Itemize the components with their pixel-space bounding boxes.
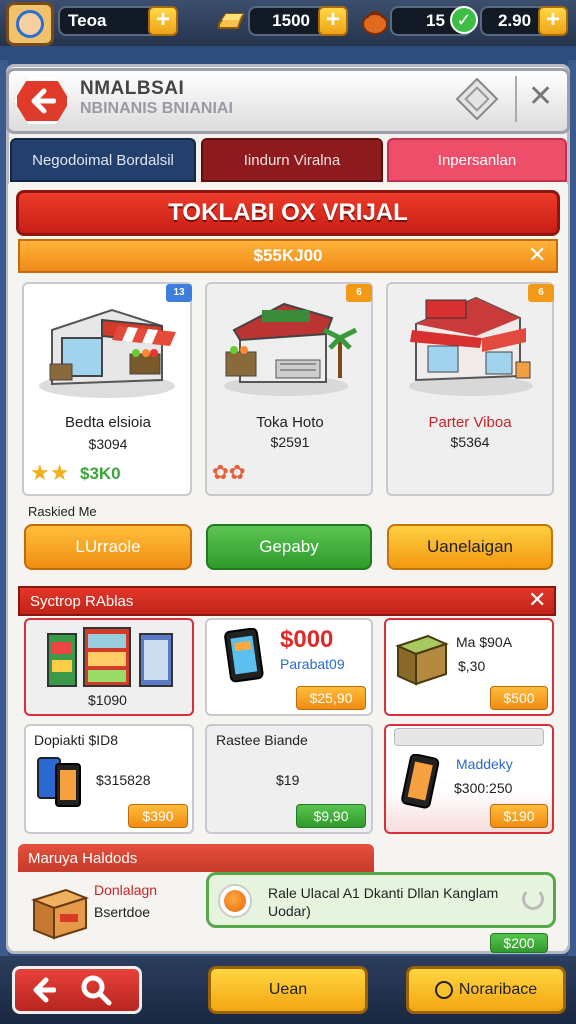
store-2-price: $2591: [270, 434, 310, 450]
wooden-counter-icon: [395, 634, 449, 686]
phones-display-icon: [37, 757, 81, 807]
store-2-button[interactable]: Gepaby: [206, 524, 372, 570]
notification-text: Rale Ulacal A1 Dkanti Dllan Kanglam Uoda…: [268, 885, 499, 919]
store-1-button-label: LUrraole: [75, 537, 141, 556]
item-3-price: $500: [503, 690, 535, 706]
locked-stars-icon: ✿✿: [212, 462, 246, 484]
basket-icon: [362, 11, 388, 35]
progress-amount: 15: [426, 11, 445, 30]
store-1-price: $3094: [88, 436, 128, 452]
phone-icon: [401, 754, 440, 809]
item-2-label: Parabat09: [280, 656, 345, 672]
item-6-progress-track: [394, 728, 544, 746]
gold-bar-icon: [218, 13, 245, 29]
store-3-name: Parter Viboa: [428, 414, 512, 431]
tab-2-label: Iindurn Viralna: [243, 151, 341, 169]
item-5-label: $19: [276, 772, 300, 788]
loading-spinner-icon: [522, 888, 544, 910]
item-5-price: $9,90: [313, 808, 349, 824]
price-bar-value: $55KJ00: [253, 246, 323, 265]
item-6-label: $300:250: [454, 780, 513, 796]
item-2-price: $25,90: [309, 690, 353, 706]
player-name: Teoa: [68, 11, 107, 30]
gems-amount: 2.90: [498, 11, 532, 30]
panel-title: NMALBSAI: [80, 78, 185, 99]
section-3-item-name: Donlalagn: [94, 882, 158, 898]
section-3-item-sub: Bsertdoe: [94, 904, 151, 920]
tab-1[interactable]: Negodoimal Bordalsil: [10, 138, 196, 182]
section-2-close-icon[interactable]: ✕: [528, 588, 546, 612]
close-icon[interactable]: ✕: [528, 82, 553, 112]
shelves-icon: [47, 627, 173, 687]
store-1-name: Bedta elsioia: [65, 414, 151, 431]
section-title-ribbon: TOKLABI OX VRIJAL: [16, 190, 560, 236]
nav-right-label: Noraribace: [458, 981, 538, 998]
section-3-price: $200: [503, 935, 535, 951]
check-icon: ✓: [450, 6, 478, 34]
store-2-name: Toka Hoto: [256, 414, 324, 431]
item-3-price-button[interactable]: $500: [490, 686, 548, 710]
item-6-price-button[interactable]: $190: [490, 804, 548, 828]
panel-subtitle: NBINANIS BNIANIAI: [80, 100, 233, 117]
item-4-label: $315828: [96, 772, 151, 788]
section-2-header: Syctrop RAblas: [18, 586, 556, 616]
store-2-button-label: Gepaby: [259, 537, 319, 556]
gold-amount: 1500: [272, 11, 310, 30]
player-avatar[interactable]: [6, 2, 54, 46]
item-1-label: $1090: [88, 692, 127, 708]
item-4-headline: Dopiakti $ID8: [34, 732, 119, 748]
nav-back-arrow-icon[interactable]: [30, 976, 56, 1004]
nav-middle-button[interactable]: Uean: [208, 966, 368, 1014]
section-3-header: Maruya Haldods: [18, 844, 374, 872]
back-arrow-icon: [31, 88, 56, 114]
store-1-rating: $3K0: [80, 464, 121, 483]
avatar-face-icon: [16, 10, 44, 38]
item-3-label: $,30: [458, 658, 486, 674]
fast-food-store-icon: [409, 296, 533, 396]
store-3-button[interactable]: Uanelaigan: [387, 524, 553, 570]
store-3-price: $5364: [450, 434, 490, 450]
store-1-button[interactable]: LUrraole: [24, 524, 192, 570]
section-3-price-button[interactable]: $200: [490, 933, 548, 953]
section-2-title: Syctrop RAblas: [30, 592, 134, 610]
item-4-price-button[interactable]: $390: [128, 804, 188, 828]
cash-counter-icon: [31, 888, 89, 940]
price-bar: $55KJ00: [18, 239, 558, 273]
tab-2[interactable]: Iindurn Viralna: [201, 138, 383, 182]
item-2-headline: $000: [280, 626, 334, 653]
item-2-price-button[interactable]: $25,90: [296, 686, 366, 710]
header-divider: [515, 76, 517, 122]
ribbon-title: TOKLABI OX VRIJAL: [168, 199, 408, 226]
search-icon[interactable]: [80, 974, 112, 1006]
add-gold-button[interactable]: +: [318, 6, 348, 36]
nav-right-button[interactable]: Noraribace: [406, 966, 566, 1014]
grocery-store-icon: [39, 308, 176, 398]
tab-3-active[interactable]: Inpersanlan: [387, 138, 567, 182]
rating-stars-icon: ★★: [30, 460, 70, 485]
add-name-button[interactable]: +: [148, 6, 178, 36]
item-3-headline: Ma $90A: [456, 634, 513, 650]
section-3-title: Maruya Haldods: [28, 849, 138, 867]
orange-orb-icon: [224, 890, 246, 912]
rank-label: Raskied Me: [28, 504, 97, 519]
add-gems-button[interactable]: +: [538, 6, 568, 36]
item-5-price-button[interactable]: $9,90: [296, 804, 366, 828]
item-5-headline: Rastee Biande: [216, 732, 308, 748]
coin-icon: [434, 981, 453, 999]
price-bar-close-icon[interactable]: ✕: [528, 243, 546, 267]
settings-diamond-icon[interactable]: [454, 76, 500, 122]
market-stall-icon: [224, 302, 358, 396]
item-6-headline: Maddeky: [456, 756, 513, 772]
tab-1-label: Negodoimal Bordalsil: [32, 151, 174, 169]
tablet-icon: [224, 628, 264, 683]
tab-3-label: Inpersanlan: [437, 151, 517, 169]
item-6-price: $190: [503, 808, 535, 824]
nav-middle-label: Uean: [268, 981, 308, 998]
item-4-price: $390: [142, 808, 174, 824]
store-3-button-label: Uanelaigan: [426, 537, 513, 556]
